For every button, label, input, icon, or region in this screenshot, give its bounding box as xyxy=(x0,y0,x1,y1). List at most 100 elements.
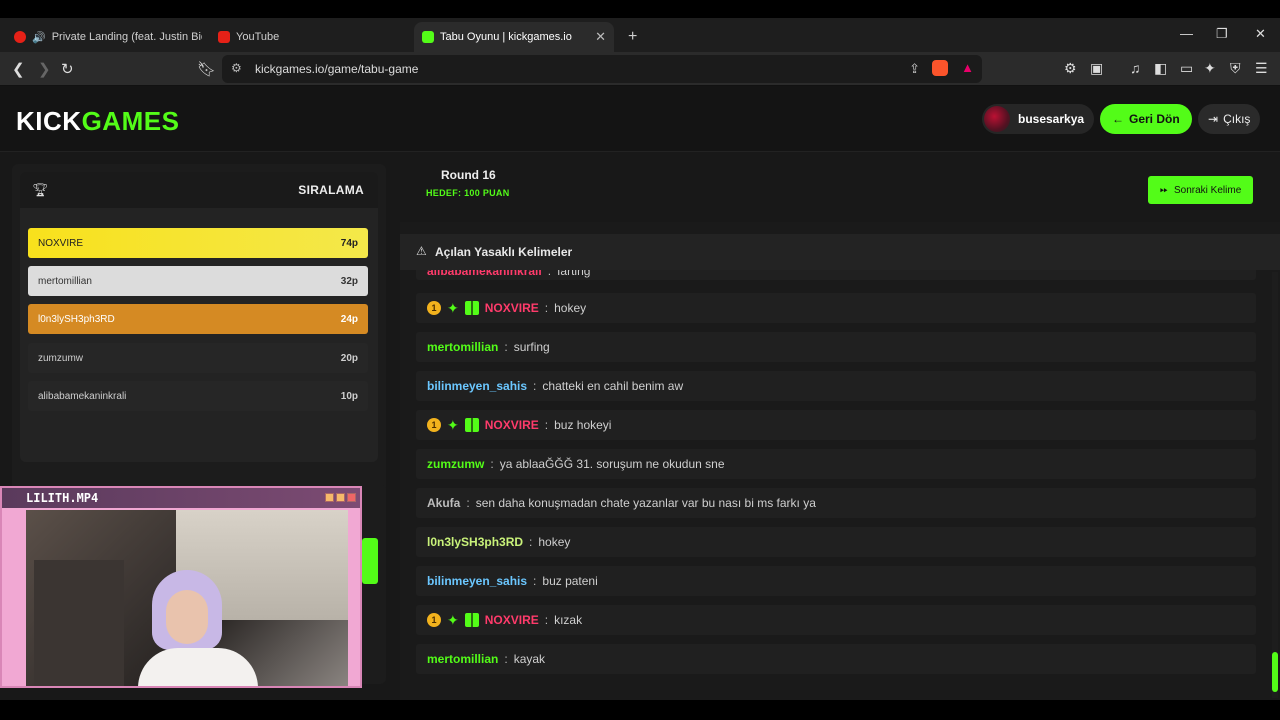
back-arrow-icon[interactable]: ❮ xyxy=(12,60,25,78)
founder-badge-icon: 1 xyxy=(427,418,441,432)
founder-badge-icon: 1 xyxy=(427,613,441,627)
ranking-card: 🏆︎ SIRALAMA NOXVIRE 74p mertomillian 32p… xyxy=(20,172,378,462)
gift-badge-icon xyxy=(464,613,479,627)
webcam-person xyxy=(138,570,258,686)
chat-separator: : xyxy=(504,652,508,666)
arrow-left-icon: ← xyxy=(1112,112,1124,126)
chat-username[interactable]: NOXVIRE xyxy=(485,418,539,432)
url-text[interactable]: kickgames.io/game/tabu-game xyxy=(255,62,418,76)
sidebar-icon[interactable]: ◧ xyxy=(1154,60,1167,77)
chat-separator: : xyxy=(533,574,537,588)
player-name: mertomillian xyxy=(38,275,92,287)
logo-games-text: GAMES xyxy=(81,106,180,136)
browser-nav-bar: ❮ ❯ ↻ 🔖︎ ⚙ kickgames.io/game/tabu-game ⇪… xyxy=(0,52,1280,86)
chat-message: mertomillian: kayak xyxy=(416,644,1256,674)
wallet-icon[interactable]: ▭ xyxy=(1180,60,1193,77)
tab-tabu-oyunu[interactable]: Tabu Oyunu | kickgames.io ✕ xyxy=(414,22,614,52)
maximize-icon xyxy=(336,493,345,502)
ranking-row: zumzumw 20p xyxy=(28,343,368,373)
reload-icon[interactable]: ↻ xyxy=(61,60,74,78)
fast-forward-icon: ⏩︎ xyxy=(1160,184,1168,196)
chat-username[interactable]: mertomillian xyxy=(427,652,498,666)
scrollbar-thumb[interactable] xyxy=(1272,652,1278,692)
share-icon[interactable]: ⇪ xyxy=(909,61,920,77)
screenshot-icon[interactable]: ▣ xyxy=(1090,60,1103,77)
chat-username[interactable]: Akufa xyxy=(427,496,460,510)
ranking-row: l0n3lySH3ph3RD 24p xyxy=(28,304,368,334)
chat-username[interactable]: l0n3lySH3ph3RD xyxy=(427,535,523,549)
ranking-row: alibabamekaninkrali 10p xyxy=(28,381,368,411)
kickgames-icon xyxy=(422,31,434,43)
bookmark-icon[interactable]: 🔖︎ xyxy=(197,60,216,78)
tab-youtube[interactable]: YouTube xyxy=(210,22,406,52)
leo-ai-icon[interactable]: ✦ xyxy=(1204,60,1216,77)
back-button-label: Geri Dön xyxy=(1129,112,1180,126)
chat-username[interactable]: NOXVIRE xyxy=(485,613,539,627)
back-button[interactable]: ← Geri Dön xyxy=(1100,104,1192,134)
next-word-button[interactable]: ⏩︎ Sonraki Kelime xyxy=(1148,176,1254,204)
chat-text: surfing xyxy=(513,340,550,354)
chat-message: bilinmeyen_sahis: buz pateni xyxy=(416,566,1256,596)
chat-text: kayak xyxy=(513,652,546,666)
close-window-icon[interactable]: ✕ xyxy=(1255,26,1266,42)
chat-username[interactable]: bilinmeyen_sahis xyxy=(427,379,527,393)
kickgames-logo[interactable]: KICKGAMES xyxy=(16,106,179,137)
chat-text: sen daha konuşmadan chate yazanlar var b… xyxy=(475,496,816,510)
screen-bottom-bar xyxy=(0,700,1280,720)
gift-badge-icon xyxy=(464,418,479,432)
webcam-overlay: LILITH.MP4 xyxy=(0,486,362,688)
brave-rewards-icon[interactable]: ▲ xyxy=(961,60,974,75)
chat-username[interactable]: bilinmeyen_sahis xyxy=(427,574,527,588)
player-name: alibabamekaninkrali xyxy=(38,390,127,402)
chat-message: 1 ✦ NOXVIRE: buz hokeyi xyxy=(416,410,1256,440)
banned-words-bar[interactable]: ⚠ Açılan Yasaklı Kelimeler xyxy=(400,234,1280,270)
chat-text: kızak xyxy=(554,613,583,627)
target-score: HEDEF: 100 PUAN xyxy=(426,188,510,198)
user-chip[interactable]: busesarkya xyxy=(982,104,1095,134)
tab-label: YouTube xyxy=(236,31,280,43)
maximize-icon[interactable]: ❐ xyxy=(1216,26,1228,42)
chat-separator: : xyxy=(490,457,494,471)
brave-shield-icon[interactable] xyxy=(932,60,948,76)
chat-username[interactable]: zumzumw xyxy=(427,457,484,471)
logout-button[interactable]: ⇥ Çıkış xyxy=(1198,104,1261,134)
chat-separator: : xyxy=(547,270,552,278)
trophy-icon: 🏆︎ xyxy=(32,182,49,197)
game-panel: Round 16 HEDEF: 100 PUAN ⏩︎ Sonraki Keli… xyxy=(400,152,1280,700)
webcam-window-buttons xyxy=(325,493,356,502)
close-tab-icon[interactable]: ✕ xyxy=(595,29,606,45)
ranking-row: mertomillian 32p xyxy=(28,266,368,296)
chat-message: 1 ✦ NOXVIRE: kızak xyxy=(416,605,1256,635)
chat-separator: : xyxy=(544,418,549,432)
next-word-label: Sonraki Kelime xyxy=(1174,184,1242,196)
ranking-header: 🏆︎ SIRALAMA xyxy=(20,172,378,208)
address-bar[interactable]: ⚙ kickgames.io/game/tabu-game ⇪ ▲ xyxy=(222,55,982,83)
youtube-icon xyxy=(14,31,26,43)
founder-badge-icon: 1 xyxy=(427,301,441,315)
chat-username[interactable]: alibabamekaninkrali xyxy=(427,270,542,278)
tab-private-landing[interactable]: 🔊 Private Landing (feat. Justin Biebe xyxy=(6,22,202,52)
new-tab-button[interactable]: + xyxy=(620,22,644,52)
chat-separator: : xyxy=(466,496,470,510)
minimize-icon xyxy=(325,493,334,502)
webcam-face xyxy=(166,590,208,644)
chat-username[interactable]: NOXVIRE xyxy=(485,301,539,315)
forward-arrow-icon[interactable]: ❯ xyxy=(38,60,51,78)
chat-separator: : xyxy=(544,613,549,627)
webcam-title-bar: LILITH.MP4 xyxy=(2,488,360,508)
username: busesarkya xyxy=(1018,112,1085,126)
extensions-icon[interactable]: ⚙ xyxy=(1064,60,1077,77)
chat-text: hokey xyxy=(538,535,571,549)
chat-scrollbar[interactable] xyxy=(1272,272,1278,698)
vpn-icon[interactable]: ⛨ xyxy=(1230,60,1241,77)
menu-icon[interactable]: ☰ xyxy=(1255,60,1268,77)
minimize-icon[interactable]: — xyxy=(1180,26,1193,41)
round-label: Round 16 xyxy=(441,168,496,182)
music-icon[interactable]: ♫ xyxy=(1130,60,1141,76)
partially-hidden-green-button[interactable] xyxy=(362,538,378,584)
sparkle-badge-icon: ✦ xyxy=(447,299,459,316)
speaker-icon[interactable]: 🔊 xyxy=(32,31,46,44)
site-settings-icon[interactable]: ⚙ xyxy=(231,61,242,75)
chat-username[interactable]: mertomillian xyxy=(427,340,498,354)
chat-message: l0n3lySH3ph3RD: hokey xyxy=(416,527,1256,557)
